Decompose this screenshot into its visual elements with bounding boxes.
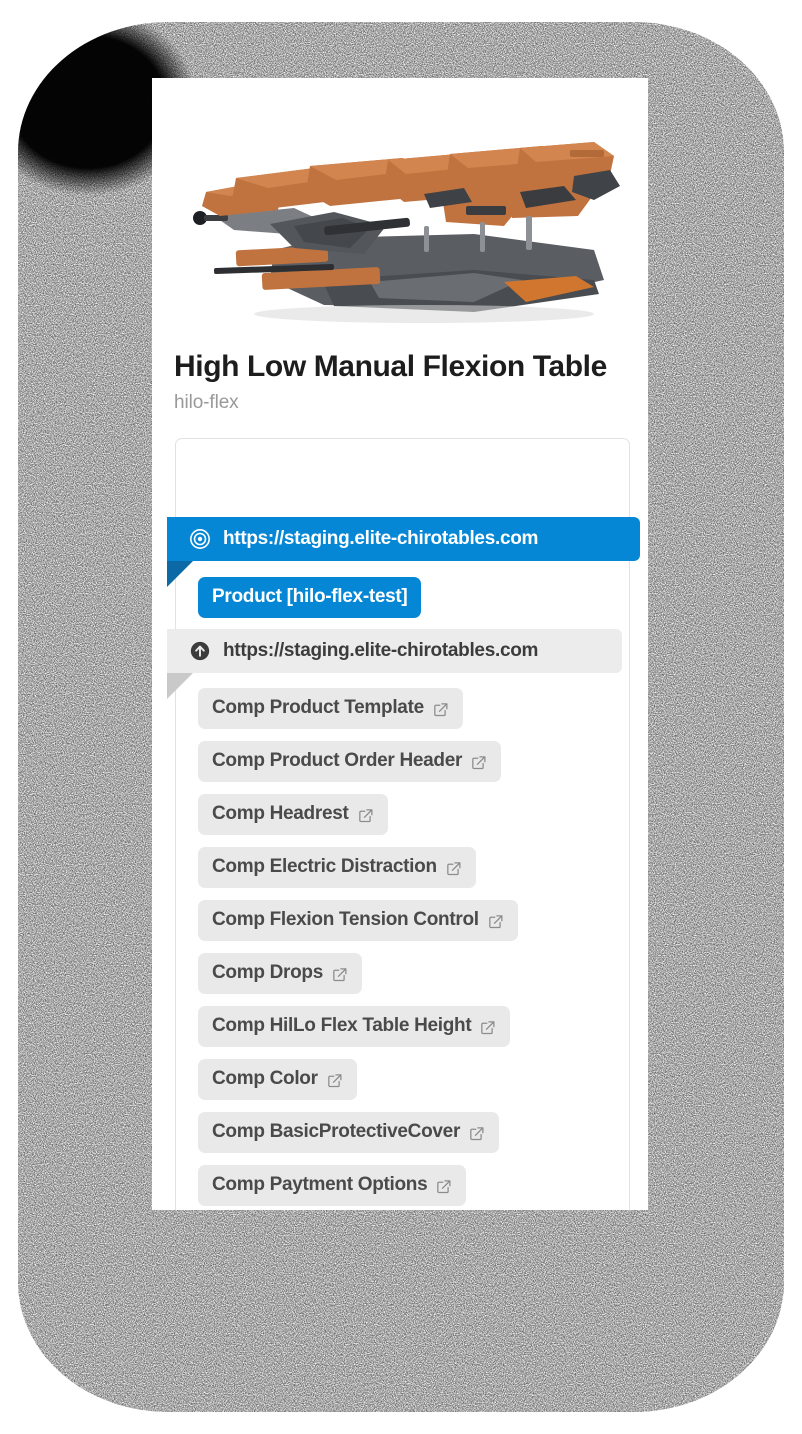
page-title: High Low Manual Flexion Table <box>174 350 607 383</box>
list-item: Comp Paytment Options <box>198 1165 618 1206</box>
component-pill[interactable]: Comp HilLo Flex Table Height <box>198 1006 511 1047</box>
component-pill[interactable]: Comp Color <box>198 1059 357 1100</box>
selected-product-pill-row: Product [hilo-flex-test] <box>198 577 618 618</box>
title-block: High Low Manual Flexion Table hilo-flex <box>174 350 634 414</box>
component-pill-label: Comp Flexion Tension Control <box>212 909 479 930</box>
component-pill[interactable]: Comp Paytment Options <box>198 1165 467 1206</box>
external-link-icon[interactable] <box>479 1019 496 1036</box>
external-link-icon[interactable] <box>326 1072 343 1089</box>
component-pill-label: Comp BasicProtectiveCover <box>212 1121 461 1142</box>
component-pill-list: Product [hilo-flex-test] Comp Product Te… <box>198 577 618 1210</box>
selected-url-bar[interactable]: https://staging.elite-chirotables.com <box>167 517 640 587</box>
list-item: Comp BasicProtectiveCover <box>198 1112 618 1153</box>
product-sku: hilo-flex <box>174 391 239 413</box>
external-link-icon[interactable] <box>357 807 374 824</box>
component-pill-label: Comp Product Template <box>212 697 424 718</box>
selected-url-text: https://staging.elite-chirotables.com <box>223 528 539 549</box>
component-pill[interactable]: Comp Product Order Header <box>198 741 502 782</box>
list-item: Comp Flexion Tension Control <box>198 900 618 941</box>
component-pill[interactable]: Comp Flexion Tension Control <box>198 900 518 941</box>
component-pill[interactable]: Comp Drops <box>198 953 363 994</box>
parent-row-tail <box>167 673 193 699</box>
external-link-icon[interactable] <box>470 754 487 771</box>
selected-product-pill[interactable]: Product [hilo-flex-test] <box>198 577 422 618</box>
external-link-icon[interactable] <box>468 1125 485 1142</box>
external-link-icon[interactable] <box>445 860 462 877</box>
list-item: Comp Drops <box>198 953 618 994</box>
component-pill-label: Comp Drops <box>212 962 324 983</box>
component-pill-label: Comp Color <box>212 1068 318 1089</box>
selected-row-tail <box>167 561 193 587</box>
component-pill[interactable]: Comp BasicProtectiveCover <box>198 1112 500 1153</box>
target-icon <box>190 529 210 549</box>
list-item: Comp Product Order Header <box>198 741 618 782</box>
component-pill[interactable]: Comp Product Template <box>198 688 463 729</box>
selected-product-pill-label: Product [hilo-flex-test] <box>212 586 408 607</box>
external-link-icon[interactable] <box>487 913 504 930</box>
external-link-icon[interactable] <box>435 1178 452 1195</box>
component-pill-label: Comp Paytment Options <box>212 1174 428 1195</box>
component-pill-label: Comp Electric Distraction <box>212 856 437 877</box>
selected-url-row[interactable]: https://staging.elite-chirotables.com <box>167 517 640 587</box>
component-tree-panel: https://staging.elite-chirotables.com ht… <box>167 438 640 1210</box>
list-item: Comp Color <box>198 1059 618 1100</box>
component-pill[interactable]: Comp Electric Distraction <box>198 847 476 888</box>
external-link-icon[interactable] <box>331 966 348 983</box>
list-item: Comp Headrest <box>198 794 618 835</box>
list-item: Comp Electric Distraction <box>198 847 618 888</box>
list-item: Comp Product Template <box>198 688 618 729</box>
app-card: High Low Manual Flexion Table hilo-flex … <box>152 78 648 1210</box>
list-item: Comp HilLo Flex Table Height <box>198 1006 618 1047</box>
component-pill-label: Comp Headrest <box>212 803 349 824</box>
component-pill-label: Comp Product Order Header <box>212 750 463 771</box>
product-image-container <box>152 130 648 330</box>
component-pill-label: Comp HilLo Flex Table Height <box>212 1015 472 1036</box>
external-link-icon[interactable] <box>432 701 449 718</box>
product-photo <box>174 130 626 330</box>
component-pill[interactable]: Comp Headrest <box>198 794 388 835</box>
